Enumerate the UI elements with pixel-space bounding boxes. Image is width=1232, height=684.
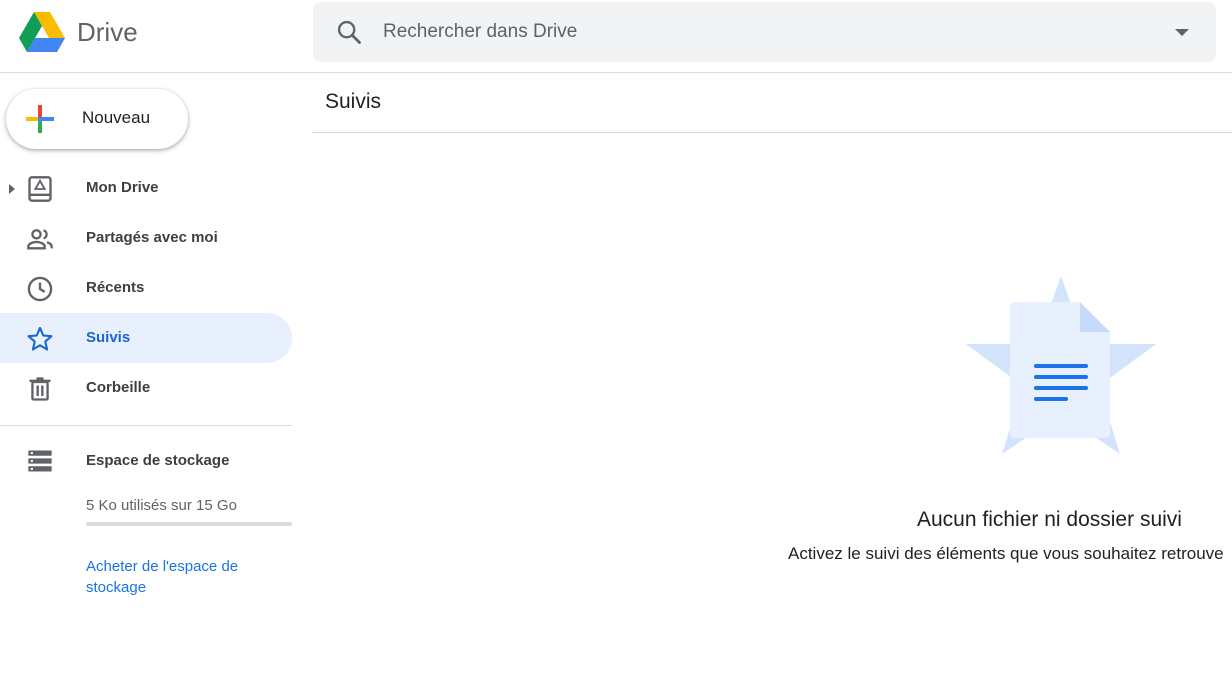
new-button-label: Nouveau <box>82 108 151 127</box>
search-bar[interactable] <box>313 2 1216 62</box>
sidebar-item-trash[interactable]: Corbeille <box>0 363 292 413</box>
sidebar-item-label: Suivis <box>86 329 131 346</box>
storage-title[interactable]: Espace de stockage <box>86 452 229 469</box>
sidebar-item-label: Corbeille <box>86 379 151 396</box>
main-header: Suivis <box>312 73 1232 133</box>
page-title[interactable]: Suivis <box>325 90 381 114</box>
starred-empty-illustration-icon <box>964 274 1158 458</box>
storage-progress-bar <box>86 522 292 526</box>
plus-icon <box>24 103 56 135</box>
app-name[interactable]: Drive <box>77 15 138 49</box>
sidebar-item-label: Récents <box>86 279 145 296</box>
search-options-caret-icon[interactable] <box>1172 24 1192 40</box>
people-icon <box>26 225 54 253</box>
sidebar-item-my-drive[interactable]: Mon Drive <box>0 163 292 213</box>
empty-state-title: Aucun fichier ni dossier suivi <box>917 508 1182 531</box>
search-icon[interactable] <box>335 18 363 46</box>
sidebar-item-label: Partagés avec moi <box>86 229 218 246</box>
empty-state-subtitle: Activez le suivi des éléments que vous s… <box>788 544 1224 563</box>
new-button[interactable]: Nouveau <box>6 89 188 149</box>
sidebar-item-label: Mon Drive <box>86 179 159 196</box>
storage-icon <box>26 447 54 475</box>
buy-storage-link[interactable]: Acheter de l'espace de stockage <box>86 556 286 598</box>
sidebar-item-recent[interactable]: Récents <box>0 263 292 313</box>
sidebar-divider <box>0 425 292 426</box>
star-icon <box>26 325 54 353</box>
expand-arrow-icon[interactable] <box>7 182 17 194</box>
app-header: Drive <box>0 0 1232 73</box>
clock-icon <box>26 275 54 303</box>
search-input[interactable] <box>383 2 1143 62</box>
sidebar-item-shared-with-me[interactable]: Partagés avec moi <box>0 213 292 263</box>
sidebar-item-starred[interactable]: Suivis <box>0 313 292 363</box>
my-drive-icon <box>26 175 54 203</box>
storage-usage-text: 5 Ko utilisés sur 15 Go <box>86 497 237 514</box>
drive-logo-icon[interactable] <box>18 10 66 54</box>
trash-icon <box>26 375 54 403</box>
